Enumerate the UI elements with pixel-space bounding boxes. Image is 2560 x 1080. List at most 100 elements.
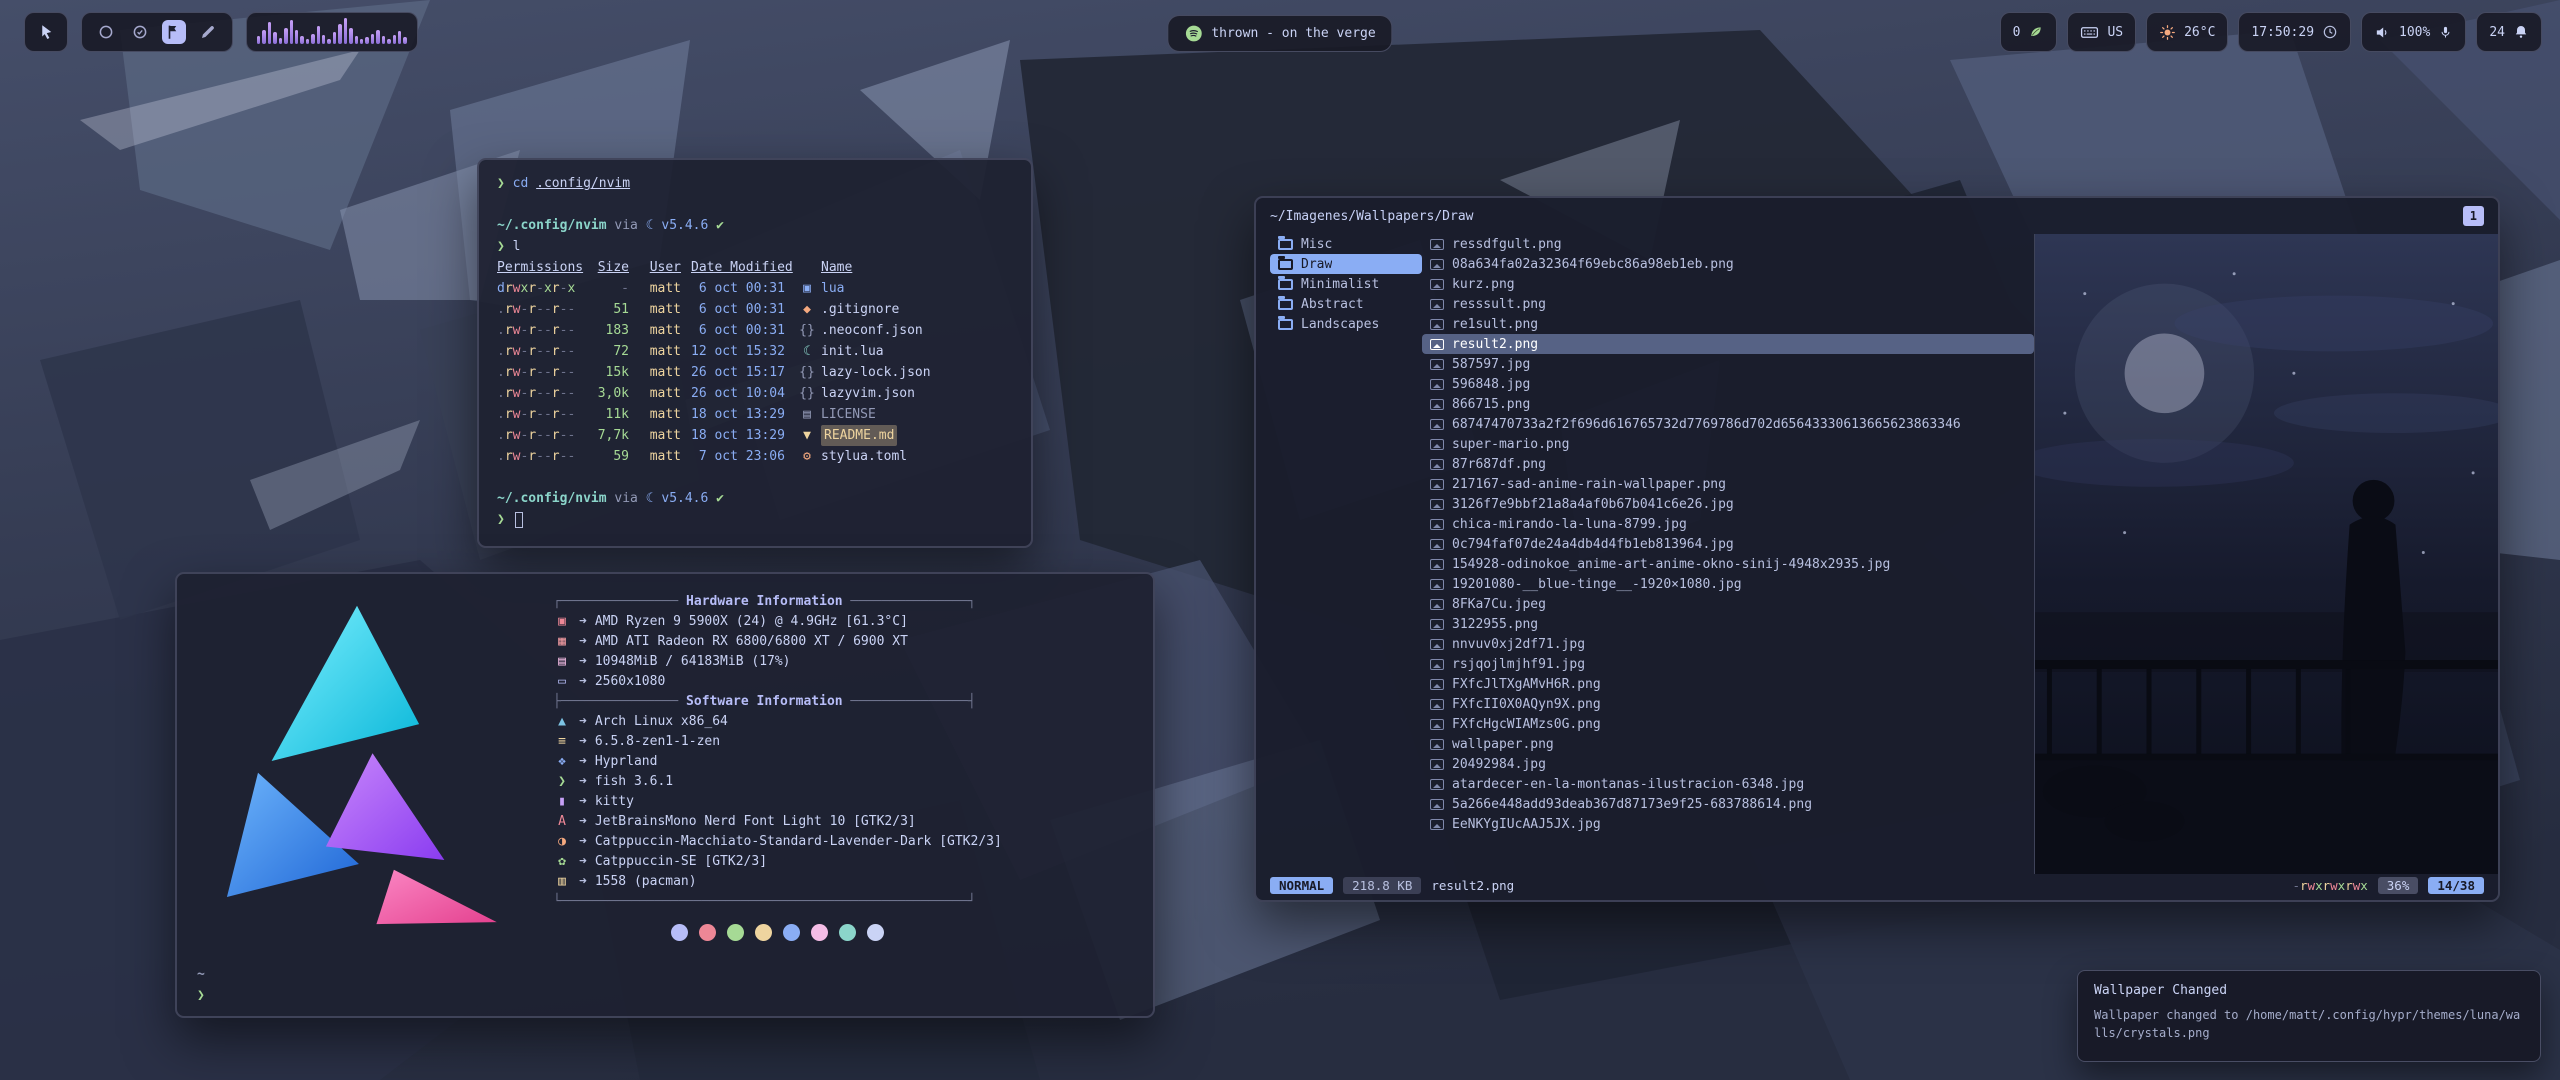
tab-indicator[interactable]: 1 [2463,206,2484,226]
file-row[interactable]: FXfcHgcWIAMzs0G.png [1422,714,2034,734]
folder-row[interactable]: Abstract [1270,294,1422,314]
permissions-cell: .rw-r--r-- [497,362,585,383]
info-value: 6.5.8-zen1-1-zen [595,732,720,752]
workspace-button-4[interactable] [196,20,220,44]
file-row[interactable]: EeNKYgIUcAAJ5JX.jpg [1422,814,2034,834]
notification-popup[interactable]: Wallpaper Changed Wallpaper changed to /… [2077,970,2541,1062]
terminal-window-nvim[interactable]: ❯ cd .config/nvim ~/.config/nvim via ☾ v… [477,158,1033,548]
folder-row[interactable]: Landscapes [1270,314,1422,334]
user-cell: matt [629,278,681,299]
file-row[interactable]: 154928-odinokoe_anime-art-anime-okno-sin… [1422,554,2034,574]
image-file-icon [1430,259,1444,270]
clock-icon [2322,24,2338,40]
table-row: .rw-r--r--15kmatt26 oct 15:17{}lazy-lock… [497,362,1013,383]
file-name: 0c794faf07de24a4db4d4fb1eb813964.jpg [1452,537,1734,552]
software-section-header: ├─────────────── Software Information ──… [553,692,1002,712]
file-row[interactable]: FXfcII0X0AQyn9X.png [1422,694,2034,714]
image-file-icon [1430,499,1444,510]
volume-module[interactable]: 100% [2361,12,2466,52]
info-value: 1558 (pacman) [595,872,697,892]
folder-icon [1278,259,1293,270]
file-name: super-mario.png [1452,437,1569,452]
file-row[interactable]: chica-mirando-la-luna-8799.jpg [1422,514,2034,534]
shell-prompt: ~ ❯ [197,964,205,1006]
file-row[interactable]: 0c794faf07de24a4db4d4fb1eb813964.jpg [1422,534,2034,554]
fetch-terminal-window[interactable]: ┌─────────────── Hardware Information ──… [175,572,1155,1018]
file-row[interactable]: 19201080-__blue-tinge__-1920×1080.jpg [1422,574,2034,594]
folder-row[interactable]: Draw [1270,254,1422,274]
permissions-cell: drwxr-xr-x [497,278,585,299]
file-manager-body: Misc Draw Minimalist Abstract [1256,230,2498,874]
file-row[interactable]: kurz.png [1422,274,2034,294]
launcher-button[interactable] [24,12,68,52]
prompt-symbol: ❯ [497,509,505,530]
visualizer-bar [349,28,352,44]
image-file-icon [1430,239,1444,250]
file-row[interactable]: rsjqojlmjhf91.jpg [1422,654,2034,674]
notification-body: Wallpaper changed to /home/matt/.config/… [2094,1006,2524,1042]
image-file-icon [1430,819,1444,830]
pen-icon [199,23,217,41]
file-row[interactable]: 587597.jpg [1422,354,2034,374]
folder-row[interactable]: Misc [1270,234,1422,254]
clock-module[interactable]: 17:50:29 [2238,12,2351,52]
updates-count: 0 [2013,25,2021,40]
file-row[interactable]: super-mario.png [1422,434,2034,454]
file-row[interactable]: 20492984.jpg [1422,754,2034,774]
file-row[interactable]: wallpaper.png [1422,734,2034,754]
file-row[interactable]: 68747470733a2f2f696d616765732d7769786d70… [1422,414,2034,434]
file-row[interactable]: FXfcJlTXgAMvH6R.png [1422,674,2034,694]
temperature-module[interactable]: 26°C [2146,12,2228,52]
updates-module[interactable]: 0 [2000,12,2058,52]
arrow-icon: ➜ [579,632,587,652]
keyboard-layout-module[interactable]: US [2067,12,2136,52]
file-row[interactable]: 08a634fa02a32364f69ebc86a98eb1eb.png [1422,254,2034,274]
folder-icon [1278,299,1293,310]
leaf-icon [2028,24,2044,40]
file-name: 20492984.jpg [1452,757,1546,772]
file-row[interactable]: re1sult.png [1422,314,2034,334]
file-row[interactable]: 5a266e448add93deab367d87173e9f25-6837886… [1422,794,2034,814]
file-name: nnvuv0xj2df71.jpg [1452,637,1585,652]
col-header-size: Size [585,257,629,278]
image-file-icon [1430,719,1444,730]
audio-visualizer[interactable] [246,12,418,52]
file-row[interactable]: result2.png [1422,334,2034,354]
software-icon: ◑ [553,832,571,852]
user-cell: matt [629,299,681,320]
size-cell: 72 [585,341,629,362]
file-row[interactable]: 217167-sad-anime-rain-wallpaper.png [1422,474,2034,494]
file-row[interactable]: 3122955.png [1422,614,2034,634]
file-name: 596848.jpg [1452,377,1530,392]
arrow-icon: ➜ [579,832,587,852]
media-player-widget[interactable]: thrown - on the verge [1167,15,1392,52]
file-row[interactable]: 3126f7e9bbf21a8a4af0b67b041c6e26.jpg [1422,494,2034,514]
date-cell: 6 oct 00:31 [681,278,793,299]
workspace-button-3-active[interactable] [162,20,186,44]
hardware-icon: ▣ [553,612,571,632]
file-row[interactable]: ressdfgult.png [1422,234,2034,254]
workspace-button-2[interactable] [128,20,152,44]
microphone-icon [2438,25,2453,40]
file-row[interactable]: 8FKa7Cu.jpeg [1422,594,2034,614]
file-row[interactable]: 87r687df.png [1422,454,2034,474]
launcher-arrow-icon [37,23,55,41]
arrow-icon: ➜ [579,772,587,792]
section-footer-line: └───────────────────────────────────────… [553,892,1002,912]
table-row: .rw-r--r--11kmatt18 oct 13:29▤LICENSE [497,404,1013,425]
notifications-module[interactable]: 24 [2476,12,2542,52]
file-name: EeNKYgIUcAAJ5JX.jpg [1452,817,1601,832]
table-row: .rw-r--r--59matt 7 oct 23:06⚙stylua.toml [497,446,1013,467]
file-row[interactable]: 596848.jpg [1422,374,2034,394]
palette-dot [699,924,716,941]
file-row[interactable]: resssult.png [1422,294,2034,314]
folder-row[interactable]: Minimalist [1270,274,1422,294]
file-name: ressdfgult.png [1452,237,1562,252]
file-manager-window[interactable]: ~/Imagenes/Wallpapers/Draw 1 Misc Draw [1254,196,2500,902]
file-row[interactable]: nnvuv0xj2df71.jpg [1422,634,2034,654]
file-row[interactable]: 866715.png [1422,394,2034,414]
file-row[interactable]: atardecer-en-la-montanas-ilustracion-634… [1422,774,2034,794]
workspace-button-1[interactable] [94,20,118,44]
prompt-cwd: ~/.config/nvim [497,488,607,509]
speaker-icon [2374,24,2391,41]
